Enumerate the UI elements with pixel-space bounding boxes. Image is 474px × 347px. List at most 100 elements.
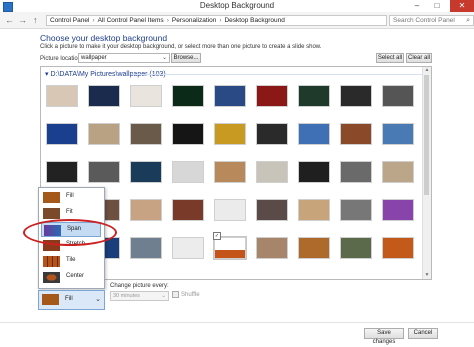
chevron-down-icon: ⌄ [161, 55, 167, 61]
tile-icon [43, 256, 60, 267]
menu-item-fill[interactable]: Fill [41, 190, 101, 205]
wallpaper-thumbnail[interactable] [340, 85, 372, 107]
back-icon[interactable]: ← [5, 15, 14, 25]
select-all-button[interactable]: Select all [376, 53, 404, 63]
wallpaper-thumbnail[interactable] [172, 161, 204, 183]
breadcrumb-separator: › [219, 17, 222, 24]
picture-position-select[interactable]: Fill ⌄ [38, 290, 105, 310]
wallpaper-thumbnail[interactable] [256, 237, 288, 259]
breadcrumb-personalization[interactable]: Personalization [172, 17, 216, 24]
wallpaper-thumbnail[interactable] [130, 161, 162, 183]
wallpaper-thumbnail[interactable] [340, 199, 372, 221]
wallpaper-thumbnail[interactable] [214, 199, 246, 221]
breadcrumb-desktop-background[interactable]: Desktop Background [224, 17, 284, 24]
wallpaper-thumbnail[interactable] [88, 161, 120, 183]
wallpaper-thumbnail[interactable] [382, 161, 414, 183]
window-title: Desktop Background [199, 1, 275, 10]
wallpaper-thumbnail[interactable] [130, 85, 162, 107]
wallpaper-thumbnail[interactable] [382, 123, 414, 145]
search-icon[interactable]: ⌕ [466, 16, 470, 25]
footer-divider [0, 322, 474, 323]
wallpaper-thumbnail[interactable] [172, 123, 204, 145]
menu-item-tile[interactable]: Tile [41, 254, 101, 269]
wallpaper-thumbnail[interactable] [340, 237, 372, 259]
fill-icon [43, 192, 60, 203]
close-button[interactable]: ✕ [450, 0, 474, 12]
page-subtitle: Click a picture to make it your desktop … [40, 44, 322, 50]
picture-location-label: Picture location: [40, 56, 83, 62]
selected-checkbox[interactable]: ✓ [213, 232, 221, 240]
search-input[interactable]: Search Control Panel ⌕ [389, 15, 474, 26]
vertical-scrollbar[interactable]: ▲ ▼ [422, 67, 431, 279]
wallpaper-thumbnail[interactable] [88, 85, 120, 107]
breadcrumb-control-panel[interactable]: Control Panel [50, 17, 89, 24]
fit-icon [43, 208, 60, 219]
wallpaper-thumbnail[interactable] [172, 85, 204, 107]
shuffle-label: Shuffle [181, 292, 200, 299]
wallpaper-thumbnail[interactable] [214, 161, 246, 183]
wallpaper-thumbnail[interactable] [46, 161, 78, 183]
wallpaper-thumbnail[interactable] [382, 85, 414, 107]
up-icon[interactable]: ↑ [33, 15, 38, 25]
shuffle-checkbox[interactable]: Shuffle [172, 291, 200, 298]
breadcrumb-separator: › [166, 17, 169, 24]
clear-all-button[interactable]: Clear all [406, 53, 432, 63]
menu-item-label: Tile [66, 257, 76, 263]
wallpaper-thumbnail[interactable]: ✓ [213, 232, 247, 260]
forward-icon[interactable]: → [18, 15, 27, 25]
menu-item-label: Fill [66, 193, 74, 199]
change-picture-label: Change picture every: [110, 283, 169, 289]
wallpaper-thumbnail[interactable] [214, 85, 246, 107]
browse-button[interactable]: Browse... [171, 53, 201, 63]
address-bar[interactable]: Control Panel › All Control Panel Items › Pe… [46, 15, 387, 26]
wallpaper-thumbnail[interactable] [172, 237, 204, 259]
save-changes-button[interactable]: Save changes [364, 328, 404, 345]
wallpaper-thumbnail[interactable] [340, 123, 372, 145]
wallpaper-thumbnail[interactable] [46, 85, 78, 107]
scroll-up-icon[interactable]: ▲ [423, 67, 431, 74]
menu-item-label: Fit [66, 209, 73, 215]
fill-icon [42, 294, 59, 305]
wallpaper-thumbnail[interactable] [88, 123, 120, 145]
chevron-down-icon: ⌄ [95, 296, 101, 303]
minimize-button[interactable]: – [408, 0, 426, 12]
group-divider [131, 74, 423, 75]
wallpaper-thumbnail[interactable] [340, 161, 372, 183]
wallpaper-thumbnail[interactable] [256, 161, 288, 183]
highlight-circle [23, 219, 117, 246]
wallpaper-thumbnail[interactable] [256, 199, 288, 221]
wallpaper-thumbnail[interactable] [298, 237, 330, 259]
menu-item-label: Center [66, 273, 85, 279]
wallpaper-thumbnail[interactable] [382, 237, 414, 259]
picture-location-value: wallpaper [81, 55, 107, 61]
wallpaper-thumbnail[interactable] [130, 199, 162, 221]
wallpaper-thumbnail[interactable] [298, 161, 330, 183]
scroll-down-icon[interactable]: ▼ [423, 272, 431, 279]
wallpaper-thumbnail[interactable] [256, 85, 288, 107]
menu-item-center[interactable]: Center [41, 270, 101, 285]
picture-position-value: Fill [65, 296, 73, 302]
wallpaper-thumbnail[interactable] [46, 123, 78, 145]
wallpaper-thumbnail[interactable] [130, 123, 162, 145]
page-title: Choose your desktop background [40, 33, 168, 43]
wallpaper-thumbnail[interactable] [298, 199, 330, 221]
wallpaper-thumbnail[interactable] [256, 123, 288, 145]
wallpaper-thumbnail[interactable] [382, 199, 414, 221]
wallpaper-thumbnail[interactable] [172, 199, 204, 221]
picture-location-select[interactable]: wallpaper ⌄ [78, 53, 170, 63]
cancel-button[interactable]: Cancel [408, 328, 438, 339]
center-icon [43, 272, 60, 283]
checkbox-icon[interactable] [172, 291, 179, 298]
breadcrumb-all-items[interactable]: All Control Panel Items [98, 17, 164, 24]
maximize-button[interactable]: □ [428, 0, 446, 12]
breadcrumb-separator: › [92, 17, 95, 24]
navigation-bar: ← → ↑ Control Panel › All Control Panel It… [0, 12, 474, 29]
interval-select[interactable]: 30 minutes ⌄ [110, 291, 169, 301]
wallpaper-thumbnail[interactable] [298, 123, 330, 145]
wallpaper-thumbnail[interactable] [298, 85, 330, 107]
search-placeholder: Search Control Panel [393, 17, 455, 24]
interval-value: 30 minutes [113, 293, 140, 299]
wallpaper-thumbnail[interactable] [214, 123, 246, 145]
scroll-thumb[interactable] [424, 75, 429, 195]
wallpaper-thumbnail[interactable] [130, 237, 162, 259]
